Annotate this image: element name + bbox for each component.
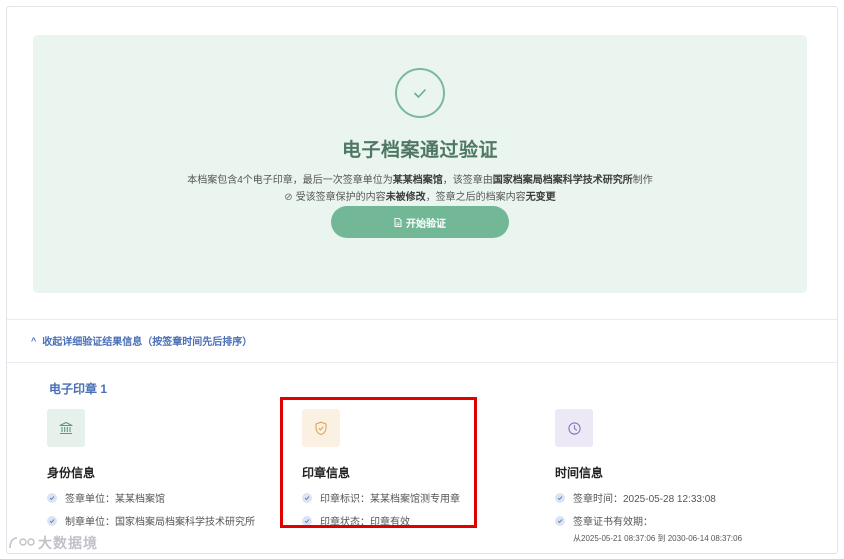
desc-text: ，该签章由 xyxy=(442,175,493,186)
note-text: ，签章之后的档案内容 xyxy=(425,192,526,203)
start-verify-button[interactable]: 开始验证 xyxy=(331,206,509,238)
time-row: 签章时间：2025-05-28 12:33:08 xyxy=(555,490,805,505)
time-row-text: 签章时间：2025-05-28 12:33:08 xyxy=(573,494,716,505)
divider xyxy=(7,362,837,363)
seal-section-title: 电子印章 1 xyxy=(49,382,108,396)
chevron-up-icon: ^ xyxy=(31,335,37,346)
watermark: 大数据境 xyxy=(8,533,98,553)
identity-info-column: 身份信息 签章单位：某某档案馆 制章单位：国家档案局档案科学技术研究所 xyxy=(47,409,297,528)
note-bold: 无变更 xyxy=(525,192,556,203)
verification-result-card: 电子档案通过验证 本档案包含4个电子印章，最后一次签章单位为某某档案馆，该签章由… xyxy=(33,35,807,293)
identity-row-text: 制章单位：国家档案局档案科学技术研究所 xyxy=(65,517,255,528)
clock-icon xyxy=(555,409,593,447)
desc-text: 制作 xyxy=(632,175,653,186)
institution-icon xyxy=(47,409,85,447)
result-title: 电子档案通过验证 xyxy=(341,140,498,161)
check-circle-small-icon xyxy=(47,515,57,526)
time-row-text: 签章证书有效期： xyxy=(573,517,653,528)
watermark-logo-icon xyxy=(9,537,35,549)
identity-heading: 身份信息 xyxy=(47,466,96,480)
check-circle-outline-icon: ⊘ xyxy=(284,192,293,203)
note-text: 受该签章保护的内容 xyxy=(295,192,386,203)
identity-row: 制章单位：国家档案局档案科学技术研究所 xyxy=(47,513,297,528)
desc-maker: 国家档案局档案科学技术研究所 xyxy=(492,175,633,186)
identity-row: 签章单位：某某档案馆 xyxy=(47,490,297,505)
watermark-text: 大数据境 xyxy=(38,535,98,551)
check-circle-small-icon xyxy=(555,515,565,526)
identity-row-text: 签章单位：某某档案馆 xyxy=(65,494,165,505)
time-info-column: 时间信息 签章时间：2025-05-28 12:33:08 签章证书有效期： 从… xyxy=(555,409,805,544)
desc-text: 本档案包含4个电子印章，最后一次签章单位为 xyxy=(187,175,393,186)
document-icon xyxy=(394,217,402,227)
highlight-box xyxy=(280,397,477,528)
desc-unit: 某某档案馆 xyxy=(392,175,443,186)
note-bold: 未被修改 xyxy=(385,192,426,203)
time-heading: 时间信息 xyxy=(555,466,604,480)
divider xyxy=(7,319,837,320)
result-note: ⊘ 受该签章保护的内容未被修改，签章之后的档案内容无变更 xyxy=(33,188,807,203)
time-row: 签章证书有效期： xyxy=(555,513,805,528)
result-description: 本档案包含4个电子印章，最后一次签章单位为某某档案馆，该签章由国家档案局档案科学… xyxy=(33,171,807,186)
certificate-validity: 从2025-05-21 08:37:06 到 2030-06-14 08:37:… xyxy=(573,534,743,543)
start-verify-label: 开始验证 xyxy=(406,218,446,230)
collapse-details-toggle[interactable]: ^ 收起详细验证结果信息（按签章时间先后排序） xyxy=(31,333,253,349)
collapse-toggle-label: 收起详细验证结果信息（按签章时间先后排序） xyxy=(42,337,253,348)
check-circle-small-icon xyxy=(47,492,57,503)
check-circle-small-icon xyxy=(555,492,565,503)
check-circle-icon xyxy=(395,68,445,118)
